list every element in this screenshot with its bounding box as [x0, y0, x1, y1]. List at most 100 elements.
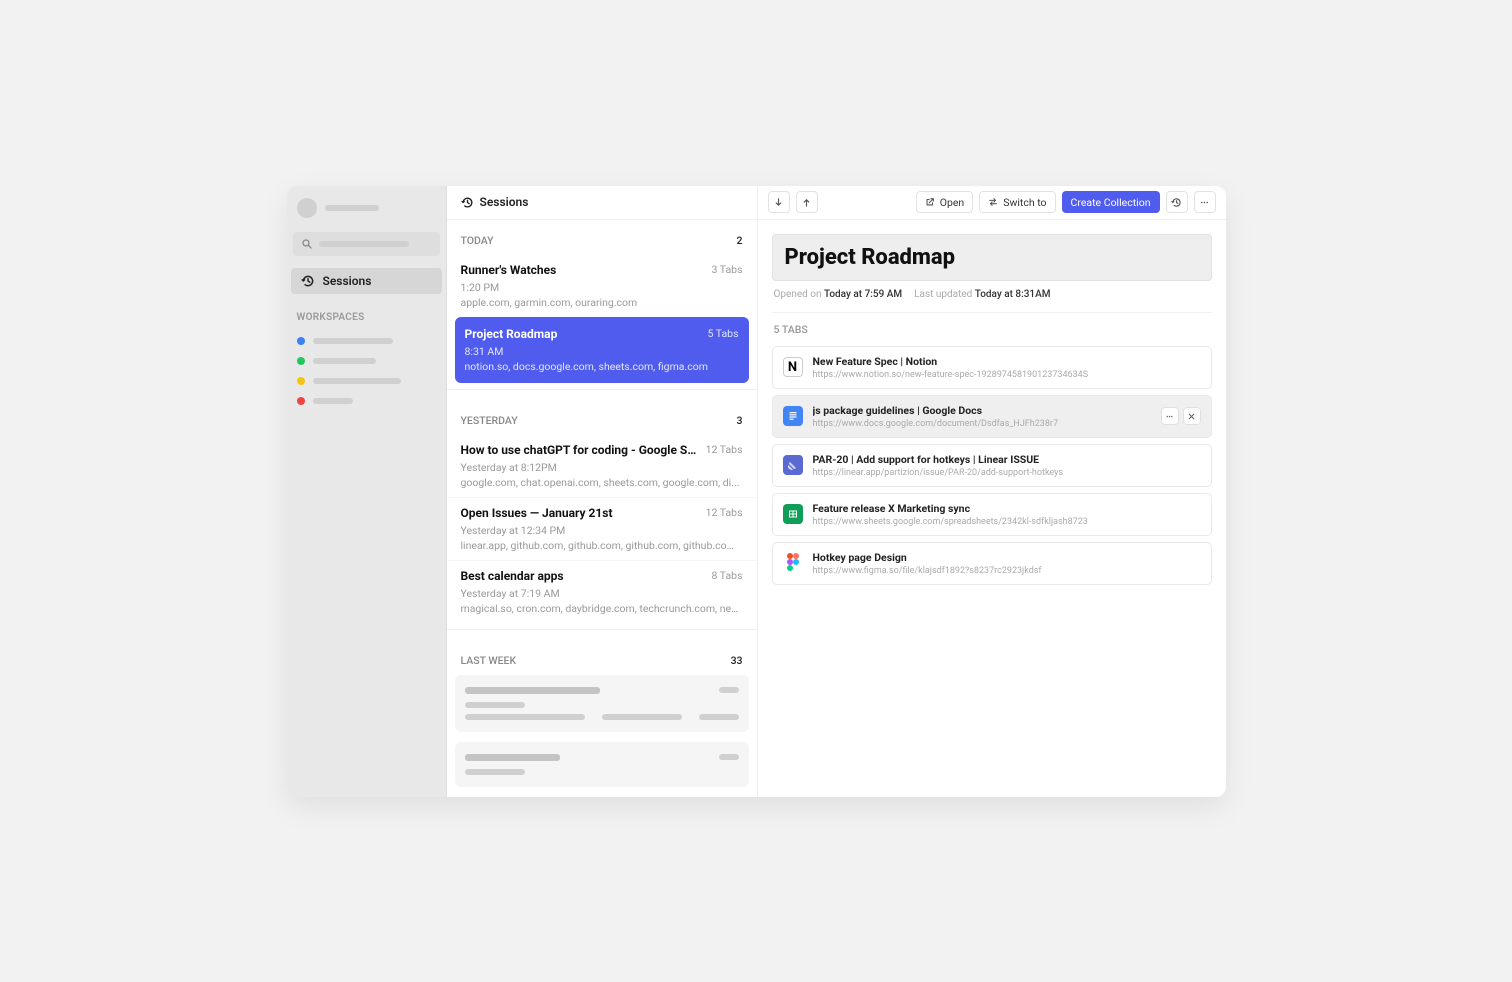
session-time: Yesterday at 7:19 AM	[461, 587, 743, 600]
session-time: 1:20 PM	[461, 281, 743, 294]
session-item[interactable]: Runner's Watches 3 Tabs 1:20 PM apple.co…	[447, 255, 757, 317]
tab-item[interactable]: Hotkey page Design https://www.figma.so/…	[772, 542, 1212, 585]
detail-column: Open Switch to Create Collection Project…	[758, 186, 1226, 797]
tab-item-actions	[1161, 407, 1201, 425]
ws-name-placeholder	[313, 338, 393, 344]
section-head-yesterday: YESTERDAY 3	[447, 396, 757, 435]
arrow-down-icon	[773, 197, 784, 208]
workspace-dot	[297, 377, 305, 385]
more-button[interactable]	[1194, 191, 1216, 213]
more-icon	[1165, 412, 1174, 421]
sessions-header: Sessions	[447, 186, 757, 220]
workspace-dot	[297, 357, 305, 365]
ws-name-placeholder	[313, 378, 401, 384]
sessions-column: Sessions TODAY 2 Runner's Watches 3 Tabs…	[447, 186, 758, 797]
session-detail-title: Project Roadmap	[785, 245, 1199, 270]
tab-item[interactable]: Feature release X Marketing sync https:/…	[772, 493, 1212, 536]
history-restore-button[interactable]	[1166, 191, 1188, 213]
session-placeholder	[455, 742, 749, 787]
switch-icon	[988, 197, 998, 207]
avatar	[297, 198, 317, 218]
sessions-scroll[interactable]: TODAY 2 Runner's Watches 3 Tabs 1:20 PM …	[447, 220, 757, 797]
arrow-up-icon	[801, 197, 812, 208]
sessions-header-label: Sessions	[480, 195, 529, 209]
session-title: Open Issues — January 21st	[461, 506, 613, 520]
workspace-item[interactable]	[287, 371, 446, 391]
session-tab-count: 8 Tabs	[711, 569, 742, 582]
sidebar-workspaces-heading: WORKSPACES	[287, 294, 446, 331]
history-icon	[301, 274, 315, 288]
session-time: 8:31 AM	[465, 345, 739, 358]
session-tab-count: 12 Tabs	[706, 506, 743, 519]
session-title-box: Project Roadmap	[772, 234, 1212, 281]
tab-url: https://www.sheets.google.com/spreadshee…	[813, 517, 1201, 527]
session-item-selected[interactable]: Project Roadmap 5 Tabs 8:31 AM notion.so…	[455, 317, 749, 383]
tab-title: js package guidelines | Google Docs	[813, 404, 1151, 417]
session-time: Yesterday at 12:34 PM	[461, 524, 743, 537]
sidebar-search[interactable]	[293, 232, 440, 256]
workspace-dot	[297, 337, 305, 345]
search-placeholder	[319, 241, 409, 247]
tab-item[interactable]: PAR-20 | Add support for hotkeys | Linea…	[772, 444, 1212, 487]
arrow-up-button[interactable]	[796, 191, 818, 213]
session-item[interactable]: Open Issues — January 21st 12 Tabs Yeste…	[447, 498, 757, 561]
history-icon	[1171, 197, 1182, 208]
sidebar-user-row[interactable]	[287, 198, 446, 218]
history-icon	[461, 196, 474, 209]
tab-url: https://linear.app/partizion/issue/PAR-2…	[813, 468, 1201, 478]
search-icon	[301, 238, 313, 250]
tab-count-label: 5 TABS	[772, 313, 1212, 346]
app-window: Sessions WORKSPACES Sessions TODAY 2 Run…	[287, 186, 1226, 797]
session-item[interactable]: How to use chatGPT for coding - Google S…	[447, 435, 757, 498]
create-label: Create Collection	[1071, 196, 1151, 209]
tab-url: https://www.notion.so/new-feature-spec-1…	[813, 370, 1201, 380]
section-label: YESTERDAY	[461, 414, 518, 427]
session-time: Yesterday at 8:12PM	[461, 461, 743, 474]
switch-label: Switch to	[1003, 196, 1046, 209]
more-icon	[1199, 197, 1210, 208]
linear-icon	[783, 455, 803, 475]
workspace-dot	[297, 397, 305, 405]
external-link-icon	[925, 197, 935, 207]
sidebar-item-label: Sessions	[323, 274, 372, 288]
session-meta: Opened on Today at 7:59 AM Last updated …	[772, 281, 1212, 313]
tab-item[interactable]: N New Feature Spec | Notion https://www.…	[772, 346, 1212, 389]
tab-title: Feature release X Marketing sync	[813, 502, 1201, 515]
session-title: Project Roadmap	[465, 327, 558, 341]
session-tab-count: 5 Tabs	[707, 327, 738, 340]
session-title: Best calendar apps	[461, 569, 564, 583]
session-hosts: apple.com, garmin.com, ouraring.com	[461, 296, 743, 309]
session-title: Runner's Watches	[461, 263, 557, 277]
workspace-item[interactable]	[287, 331, 446, 351]
notion-icon: N	[783, 357, 803, 377]
session-tab-count: 3 Tabs	[711, 263, 742, 276]
switch-to-button[interactable]: Switch to	[979, 191, 1055, 213]
tab-more-button[interactable]	[1161, 407, 1179, 425]
section-count: 3	[737, 414, 743, 427]
session-item[interactable]: Best calendar apps 8 Tabs Yesterday at 7…	[447, 561, 757, 623]
session-hosts: google.com, chat.openai.com, sheets.com,…	[461, 476, 743, 489]
tab-item-hover[interactable]: js package guidelines | Google Docs http…	[772, 395, 1212, 438]
arrow-down-button[interactable]	[768, 191, 790, 213]
create-collection-button[interactable]: Create Collection	[1062, 191, 1160, 213]
tab-close-button[interactable]	[1183, 407, 1201, 425]
tab-title: PAR-20 | Add support for hotkeys | Linea…	[813, 453, 1201, 466]
section-head-today: TODAY 2	[447, 220, 757, 255]
sidebar: Sessions WORKSPACES	[287, 186, 447, 797]
open-button[interactable]: Open	[916, 191, 974, 213]
figma-icon	[783, 553, 803, 573]
ws-name-placeholder	[313, 358, 376, 364]
open-label: Open	[940, 196, 965, 209]
google-docs-icon	[783, 406, 803, 426]
section-label: TODAY	[461, 234, 494, 247]
sidebar-item-sessions[interactable]: Sessions	[291, 268, 442, 294]
google-sheets-icon	[783, 504, 803, 524]
session-tab-count: 12 Tabs	[706, 443, 743, 456]
tab-url: https://www.figma.so/file/klajsdf1892?s8…	[813, 566, 1201, 576]
session-placeholder	[455, 675, 749, 732]
workspace-item[interactable]	[287, 391, 446, 411]
section-label: LAST WEEK	[461, 654, 517, 667]
detail-toolbar: Open Switch to Create Collection	[758, 186, 1226, 220]
section-count: 2	[737, 234, 743, 247]
workspace-item[interactable]	[287, 351, 446, 371]
